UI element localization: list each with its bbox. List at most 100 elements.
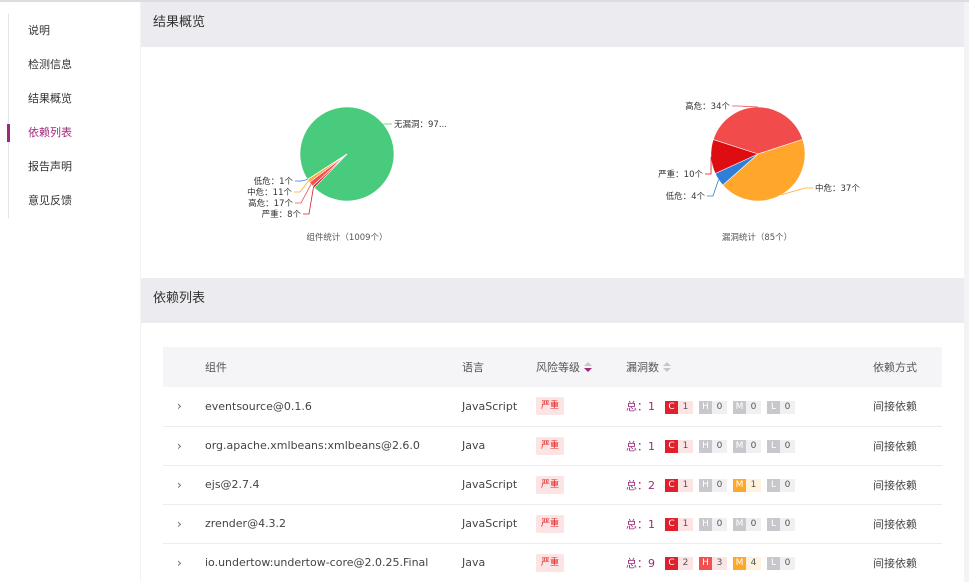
slice-label: 严重：8个 — [262, 209, 302, 220]
vuln-total: 总：1 — [626, 440, 655, 453]
vuln-total-value: 2 — [648, 478, 655, 492]
severity-h-chip: H0 — [699, 518, 727, 531]
severity-h-count: 0 — [712, 440, 727, 453]
vuln-total-prefix: 总： — [626, 478, 648, 492]
severity-m-key: M — [733, 518, 746, 531]
main-content: 结果概览 无漏洞：97... 严重：8个 高危：17个 中危：11个 低危：1个 组件统计… — [141, 2, 964, 582]
leader-line — [732, 105, 758, 108]
charts-panel: 无漏洞：97... 严重：8个 高危：17个 中危：11个 低危：1个 组件统计（1009… — [141, 47, 964, 278]
table-row[interactable]: › zrender@4.3.2 JavaScript 严重 总：1 C 1 H 0 M 0 L 0 间接依… — [163, 504, 942, 544]
sort-icon[interactable] — [584, 362, 592, 374]
language: JavaScript — [462, 465, 536, 505]
expand-cell: › — [163, 504, 205, 544]
severity-h-key: H — [699, 518, 712, 531]
severity-l-chip: L0 — [767, 479, 795, 492]
severity-m-chip: M4 — [733, 557, 761, 570]
dependency-type: 间接依赖 — [873, 465, 942, 505]
chevron-right-icon[interactable]: › — [163, 556, 182, 570]
dependency-type: 间接依赖 — [873, 426, 942, 466]
severity-l-count: 0 — [780, 400, 795, 414]
severity-l-key: L — [767, 518, 780, 531]
severity-h-key: H — [699, 440, 712, 453]
dependency-type: 间接依赖 — [873, 543, 942, 582]
table-row[interactable]: › eventsource@0.1.6 JavaScript 严重 总：1 C 1 H 0 M 0 L… — [163, 387, 942, 427]
severity-m-chip: M0 — [733, 518, 761, 531]
chevron-right-icon[interactable]: › — [163, 517, 182, 531]
severity-h-chip: H0 — [699, 400, 727, 414]
header-expand — [163, 347, 205, 387]
expand-cell: › — [163, 465, 205, 505]
severity-h-count: 0 — [712, 518, 727, 531]
component-name: ejs@2.7.4 — [205, 465, 462, 505]
component-name: eventsource@0.1.6 — [205, 387, 462, 427]
severity-c-chip: C2 — [665, 557, 693, 570]
vuln-total-value: 1 — [648, 517, 655, 531]
table-row[interactable]: › ejs@2.7.4 JavaScript 严重 总：2 C 1 H 0 M 1 L 0 间接依赖 — [163, 465, 942, 505]
severity-m-count: 0 — [746, 440, 761, 453]
sidebar-item-description[interactable]: 说明 — [9, 14, 140, 48]
pie-charts: 无漏洞：97... 严重：8个高危：17个中危：11个低危：1个组件统计（1009… — [247, 101, 860, 243]
severity-l-chip: L0 — [767, 400, 795, 414]
severity-m-chip: M0 — [733, 400, 761, 414]
severity-c-key: C — [665, 479, 678, 492]
table-header-row: 组件 语言 风险等级 漏洞数 依赖方式 — [163, 347, 942, 387]
vuln-total-prefix: 总： — [626, 439, 648, 453]
severity-m-count: 4 — [746, 557, 761, 570]
severity-h-chip: H0 — [699, 440, 727, 453]
severity-l-chip: L0 — [767, 557, 795, 570]
table-row[interactable]: › io.undertow:undertow-core@2.0.25.Final J… — [163, 543, 942, 582]
header-vuln-label: 漏洞数 — [626, 361, 659, 374]
sidebar-item-results-overview[interactable]: 结果概览 — [9, 82, 140, 116]
language: Java — [462, 426, 536, 466]
severity-l-chip: L0 — [767, 440, 795, 453]
sidebar-item-dependency-list[interactable]: 依赖列表 — [7, 116, 140, 150]
severity-l-key: L — [767, 440, 780, 453]
slice-label: 中危：37个 — [815, 183, 860, 194]
language: JavaScript — [462, 504, 536, 544]
vuln-total: 总：2 — [626, 479, 655, 492]
risk-badge: 严重 — [536, 436, 565, 455]
severity-c-key: C — [665, 557, 678, 570]
expand-cell: › — [163, 543, 205, 582]
sidebar-item-report-statement[interactable]: 报告声明 — [9, 150, 140, 184]
severity-h-key: H — [699, 400, 712, 414]
severity-h-chip: H3 — [699, 557, 727, 570]
severity-l-key: L — [767, 557, 780, 570]
vuln-cell: 总：1 C 1 H 0 M 0 L 0 — [626, 426, 873, 466]
slice-label: 高危：17个 — [248, 198, 293, 209]
risk-badge: 严重 — [536, 514, 565, 533]
risk-cell: 严重 — [536, 426, 626, 466]
header-component: 组件 — [205, 347, 462, 387]
risk-cell: 严重 — [536, 504, 626, 544]
severity-l-count: 0 — [780, 479, 795, 492]
sidebar-item-detection-info[interactable]: 检测信息 — [9, 48, 140, 82]
severity-l-count: 0 — [780, 557, 795, 570]
header-vuln-count[interactable]: 漏洞数 — [626, 347, 873, 387]
risk-cell: 严重 — [536, 543, 626, 582]
deps-section-title: 依赖列表 — [141, 278, 964, 323]
severity-c-chip: C1 — [665, 518, 693, 531]
severity-m-count: 0 — [746, 518, 761, 531]
sort-icon[interactable] — [663, 362, 671, 374]
leader-line — [303, 186, 314, 215]
chevron-right-icon[interactable]: › — [163, 399, 182, 413]
header-risk[interactable]: 风险等级 — [536, 347, 626, 387]
dependency-type: 间接依赖 — [873, 504, 942, 544]
severity-m-key: M — [733, 440, 746, 453]
severity-h-key: H — [699, 557, 712, 570]
dependency-list-panel: 组件 语言 风险等级 漏洞数 依赖方式 › eventsource@0.1.6 Ja… — [141, 323, 964, 582]
chevron-right-icon[interactable]: › — [163, 439, 182, 453]
table-row[interactable]: › org.apache.xmlbeans:xmlbeans@2.6.0 Java 严… — [163, 426, 942, 466]
sidebar: 说明 检测信息 结果概览 依赖列表 报告声明 意见反馈 — [0, 2, 140, 582]
slice-label: 中危：11个 — [247, 187, 292, 198]
severity-l-count: 0 — [780, 440, 795, 453]
expand-cell: › — [163, 426, 205, 466]
chevron-right-icon[interactable]: › — [163, 478, 182, 492]
severity-c-count: 1 — [678, 479, 693, 492]
sidebar-item-feedback[interactable]: 意见反馈 — [9, 184, 140, 218]
vuln-total: 总：1 — [626, 400, 655, 413]
severity-c-count: 1 — [678, 440, 693, 453]
severity-c-count: 1 — [678, 400, 693, 414]
severity-c-chip: C1 — [665, 400, 693, 414]
severity-h-count: 0 — [712, 479, 727, 492]
